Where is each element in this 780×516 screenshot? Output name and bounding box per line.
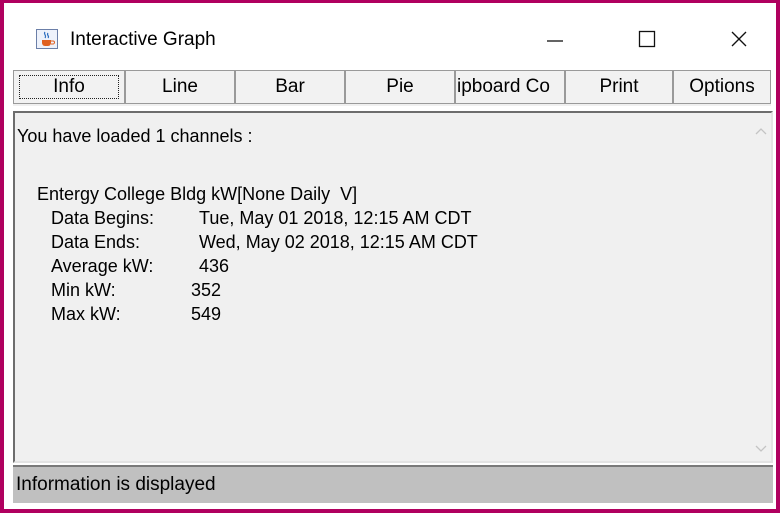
app-window: Interactive Graph Info Line Bar Pie ipbo…	[0, 0, 780, 513]
status-text: Information is displayed	[16, 474, 216, 495]
channel-name: Entergy College Bldg kW[None Daily V]	[37, 184, 358, 204]
info-text-area[interactable]: You have loaded 1 channels : Entergy Col…	[15, 113, 751, 461]
status-bar: Information is displayed	[13, 465, 773, 503]
close-icon	[731, 31, 747, 47]
data-ends-label: Data Ends:	[51, 232, 141, 252]
tab-pie[interactable]: Pie	[345, 70, 455, 104]
chevron-down-icon	[755, 445, 767, 452]
tab-toolbar: Info Line Bar Pie ipboard Co Print Optio…	[13, 70, 771, 106]
focus-ring	[19, 75, 119, 99]
scroll-down-button[interactable]	[755, 443, 767, 455]
vertical-scrollbar[interactable]	[751, 113, 771, 461]
tab-options[interactable]: Options	[673, 70, 771, 104]
chevron-up-icon	[755, 128, 767, 135]
max-kw-value: 549	[191, 304, 222, 324]
tab-line-label: Line	[162, 76, 198, 97]
data-begins-label: Data Begins:	[51, 208, 155, 228]
minimize-button[interactable]	[512, 17, 598, 61]
average-kw-label: Average kW:	[51, 256, 154, 276]
maximize-icon	[638, 30, 656, 48]
scroll-up-button[interactable]	[755, 125, 767, 137]
tab-print[interactable]: Print	[565, 70, 673, 104]
min-kw-value: 352	[191, 280, 222, 300]
maximize-button[interactable]	[604, 17, 690, 61]
java-cup-icon	[36, 29, 58, 49]
tab-bar[interactable]: Bar	[235, 70, 345, 104]
window-title: Interactive Graph	[70, 29, 216, 50]
tab-print-label: Print	[599, 76, 639, 97]
tab-clipboard-copy[interactable]: ipboard Co	[455, 70, 565, 104]
info-panel[interactable]: You have loaded 1 channels : Entergy Col…	[13, 111, 773, 463]
tab-line[interactable]: Line	[125, 70, 235, 104]
tab-pie-label: Pie	[386, 76, 414, 97]
tab-options-label: Options	[689, 76, 755, 97]
tab-bar-label: Bar	[275, 76, 305, 97]
max-kw-label: Max kW:	[51, 304, 121, 324]
data-begins-value: Tue, May 01 2018, 12:15 AM CDT	[199, 208, 472, 228]
min-kw-label: Min kW:	[51, 280, 116, 300]
data-ends-value: Wed, May 02 2018, 12:15 AM CDT	[199, 232, 478, 252]
average-kw-value: 436	[199, 256, 230, 276]
close-button[interactable]	[696, 17, 780, 61]
tab-clipboard-copy-label: ipboard Co	[457, 76, 550, 97]
info-heading: You have loaded 1 channels :	[17, 126, 253, 146]
tab-info[interactable]: Info	[13, 70, 125, 104]
minimize-icon	[547, 40, 563, 42]
title-bar[interactable]: Interactive Graph	[4, 3, 776, 67]
